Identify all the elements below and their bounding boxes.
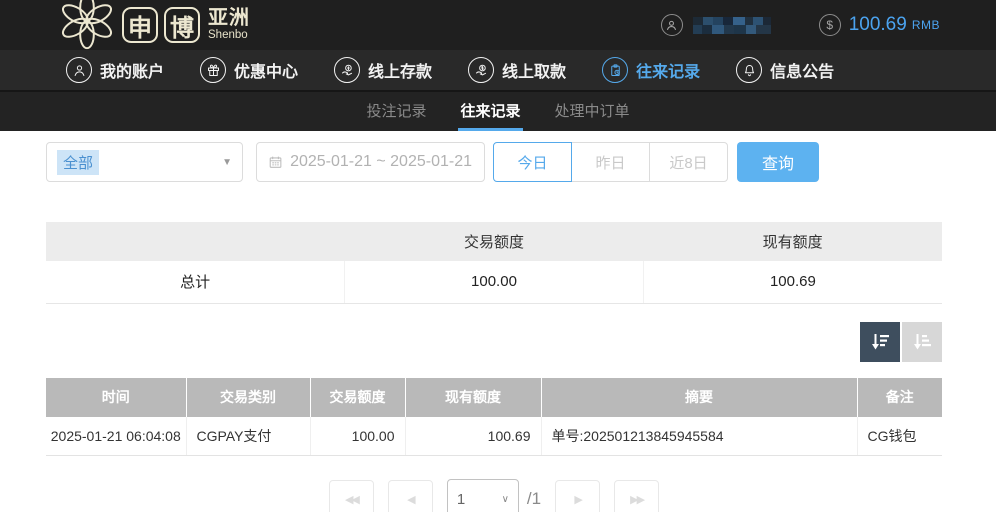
nav-label: 优惠中心 [234,58,298,82]
page-select-value: 1 [457,491,465,508]
balance-amount: 100.69 [849,14,907,36]
logo-wordmark: 亚洲 Shenbo [208,8,250,42]
type-select[interactable]: 全部 ▼ [46,142,243,182]
double-right-arrow-icon: ▶▶ [630,493,643,506]
page-select[interactable]: 1 ∨ [447,479,519,512]
nav-item-withdraw[interactable]: 线上取款 [468,57,566,83]
user-account[interactable] [661,14,771,36]
col-header-amount: 交易额度 [310,378,405,417]
logo[interactable]: 申 博 亚洲 Shenbo [58,0,250,50]
sort-ascending-button[interactable] [902,322,942,362]
summary-total-label: 总计 [46,261,345,303]
summary-header-row: 交易额度 现有额度 [46,222,942,261]
sub-tab-bar: 投注记录 往来记录 处理中订单 [0,92,996,131]
col-header-summary: 摘要 [541,378,857,417]
calendar-icon [269,154,282,170]
summary-transaction-amount: 100.00 [345,261,644,303]
left-arrow-icon: ◀ [407,493,413,506]
chevron-down-icon: ▼ [222,157,232,168]
sort-ascending-icon [911,331,933,353]
bell-icon [736,57,762,83]
type-select-value: 全部 [57,150,99,175]
nav-item-deposit[interactable]: 线上存款 [334,57,432,83]
logo-char-shen: 申 [122,7,158,43]
query-button[interactable]: 查询 [737,142,819,182]
top-bar: 申 博 亚洲 Shenbo $ 100.69 RMB [0,0,996,50]
tab-pending-orders[interactable]: 处理中订单 [553,92,632,131]
col-header-type: 交易类别 [186,378,310,417]
table-header-row: 时间 交易类别 交易额度 现有额度 摘要 备注 [46,378,942,417]
nav-item-my-account[interactable]: 我的账户 [66,57,164,83]
nav-item-promotions[interactable]: 优惠中心 [200,57,298,83]
sort-descending-icon [869,331,891,353]
cell-summary: 单号:202501213845945584 [541,417,857,456]
page-total-label: /1 [527,489,541,509]
sort-descending-button[interactable] [860,322,900,362]
sort-controls [46,322,942,362]
summary-header-empty [46,222,345,261]
date-range-picker[interactable]: 2025-01-21 ~ 2025-01-21 [256,142,485,182]
table-row: 2025-01-21 06:04:08 CGPAY支付 100.00 100.6… [46,417,942,456]
quick-btn-today[interactable]: 今日 [493,142,572,182]
coin-dollar-icon: $ [819,14,841,36]
logo-char-bo: 博 [164,7,200,43]
records-icon [602,57,628,83]
cell-amount: 100.00 [310,417,405,456]
nav-label: 线上取款 [502,58,566,82]
cell-type: CGPAY支付 [186,417,310,456]
quick-btn-last8days[interactable]: 近8日 [649,142,728,182]
tab-bet-records[interactable]: 投注记录 [364,92,428,131]
summary-current-amount: 100.69 [643,261,942,303]
nav-label: 往来记录 [636,58,700,82]
cell-time: 2025-01-21 06:04:08 [46,417,186,456]
col-header-note: 备注 [857,378,942,417]
summary-total-row: 总计 100.00 100.69 [46,261,942,303]
gift-icon [200,57,226,83]
pagination: ◀◀ ◀ 1 ∨ /1 ▶ ▶▶ [46,479,942,512]
quick-date-group: 今日 昨日 近8日 [493,142,728,182]
nav-item-announcements[interactable]: 信息公告 [736,57,834,83]
double-left-arrow-icon: ◀◀ [345,493,358,506]
first-page-button[interactable]: ◀◀ [329,480,374,512]
filter-bar: 全部 ▼ 2025-01-21 ~ 2025-01-21 今日 昨日 近8日 查… [46,142,942,182]
user-icon [66,57,92,83]
nav-label: 信息公告 [770,58,834,82]
transactions-table: 时间 交易类别 交易额度 现有额度 摘要 备注 2025-01-21 06:04… [46,378,942,457]
col-header-balance: 现有额度 [405,378,541,417]
deposit-icon [334,57,360,83]
logo-subtitle-text: Shenbo [208,30,250,42]
next-page-button[interactable]: ▶ [555,480,600,512]
quick-btn-yesterday[interactable]: 昨日 [571,142,650,182]
previous-page-button[interactable]: ◀ [388,480,433,512]
last-page-button[interactable]: ▶▶ [614,480,659,512]
logo-region-text: 亚洲 [208,8,250,28]
nav-label: 线上存款 [368,58,432,82]
date-range-text: 2025-01-21 ~ 2025-01-21 [290,153,472,171]
col-header-time: 时间 [46,378,186,417]
flower-logo-icon [58,0,116,50]
summary-header-transaction-amount: 交易额度 [345,222,644,261]
cell-balance: 100.69 [405,417,541,456]
balance-currency: RMB [912,18,940,32]
chevron-down-icon: ∨ [502,494,509,505]
nav-item-transaction-records[interactable]: 往来记录 [602,57,700,83]
content-area: 全部 ▼ 2025-01-21 ~ 2025-01-21 今日 昨日 近8日 查… [46,142,942,512]
nav-label: 我的账户 [100,58,164,82]
withdraw-icon [468,57,494,83]
summary-table: 交易额度 现有额度 总计 100.00 100.69 [46,222,942,304]
tab-transaction-records[interactable]: 往来记录 [458,92,522,131]
right-arrow-icon: ▶ [574,493,580,506]
user-avatar-icon [661,14,683,36]
cell-note: CG钱包 [857,417,942,456]
summary-header-current-amount: 现有额度 [643,222,942,261]
balance-display[interactable]: $ 100.69 RMB [819,14,940,36]
censored-username [693,17,771,34]
main-nav: 我的账户 优惠中心 线上存款 线上取款 往来记录 信息公告 [0,50,996,92]
